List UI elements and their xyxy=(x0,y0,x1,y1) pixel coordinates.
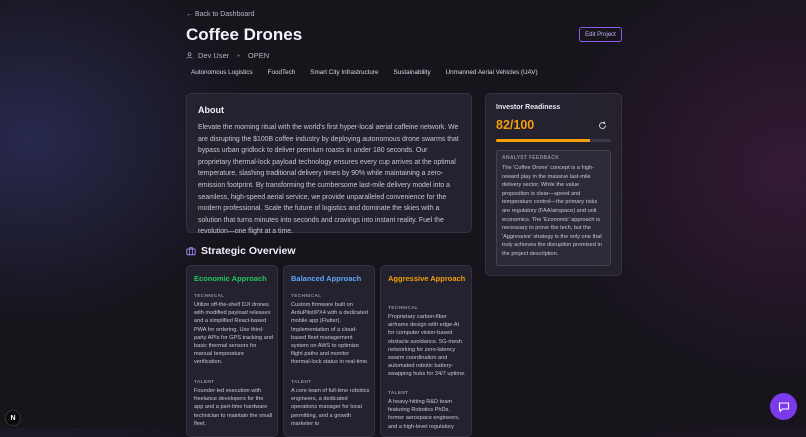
strategic-overview-header: Strategic Overview xyxy=(186,245,296,257)
tag: Autonomous Logistics xyxy=(191,69,253,76)
investor-readiness-heading: Investor Readiness xyxy=(496,104,561,111)
refresh-icon[interactable] xyxy=(598,121,607,130)
status-badge: OPEN xyxy=(247,51,270,60)
user-icon xyxy=(186,52,193,59)
investor-readiness-card: Investor Readiness 82/100 ANALYST FEEDBA… xyxy=(485,93,622,276)
chat-button[interactable] xyxy=(770,393,797,420)
next-logo-icon[interactable]: N xyxy=(5,410,21,426)
tag: FoodTech xyxy=(267,69,296,76)
about-card: About Elevate the morning ritual with th… xyxy=(186,93,472,235)
about-text: Elevate the morning ritual with the worl… xyxy=(198,124,459,236)
strategy-title: Aggressive Approach xyxy=(388,274,466,283)
tag: Sustainability xyxy=(393,69,431,76)
analyst-feedback-box: ANALYST FEEDBACK The 'Coffee Drone' conc… xyxy=(496,150,611,266)
talent-label: TALENT xyxy=(388,391,409,396)
technical-label: TECHNICAL xyxy=(291,294,322,299)
briefcase-icon xyxy=(186,247,196,256)
talent-text: A heavy-hitting R&D team featuring Robot… xyxy=(388,399,460,430)
meta-separator: • xyxy=(237,51,240,60)
project-meta: Dev User • OPEN xyxy=(186,51,269,60)
owner-name: Dev User xyxy=(198,51,230,60)
technical-text: Custom firmware built on ArduPilot/PX4 w… xyxy=(291,302,369,366)
readiness-progress-fill xyxy=(496,139,591,142)
about-heading: About xyxy=(198,105,224,115)
strategy-title: Balanced Approach xyxy=(291,274,362,283)
talent-text: A core team of full-time robotics engine… xyxy=(291,388,370,427)
readiness-progress-bar xyxy=(496,139,611,142)
strategy-title: Economic Approach xyxy=(194,274,267,283)
technical-label: TECHNICAL xyxy=(388,306,419,311)
strategic-overview-heading: Strategic Overview xyxy=(201,245,296,257)
analyst-feedback-label: ANALYST FEEDBACK xyxy=(502,155,560,161)
tag: Unmanned Aerial Vehicles (UAV) xyxy=(445,69,538,76)
talent-label: TALENT xyxy=(194,380,215,385)
back-to-dashboard-link[interactable]: ← Back to Dashboard xyxy=(186,11,254,18)
technical-text: Proprietary carbon-fiber airframe design… xyxy=(388,314,466,378)
talent-label: TALENT xyxy=(291,380,312,385)
edit-project-button[interactable]: Edit Project xyxy=(579,27,622,42)
technical-label: TECHNICAL xyxy=(194,294,225,299)
analyst-feedback-text: The 'Coffee Drone' concept is a high-rew… xyxy=(502,165,602,257)
strategy-card-economic: Economic Approach TECHNICAL Utilize off-… xyxy=(186,265,278,437)
readiness-score: 82/100 xyxy=(496,118,535,132)
page-title: Coffee Drones xyxy=(186,25,303,44)
tag-list: Autonomous Logistics FoodTech Smart City… xyxy=(186,67,543,78)
strategy-card-balanced: Balanced Approach TECHNICAL Custom firmw… xyxy=(283,265,375,437)
tag: Smart City Infrastructure xyxy=(310,69,379,76)
chat-icon xyxy=(778,401,789,412)
technical-text: Utilize off-the-shelf DJI drones with mo… xyxy=(194,302,273,366)
strategy-card-aggressive: Aggressive Approach TECHNICAL Proprietar… xyxy=(380,265,472,437)
talent-text: Founder-led execution with freelance dev… xyxy=(194,388,273,427)
